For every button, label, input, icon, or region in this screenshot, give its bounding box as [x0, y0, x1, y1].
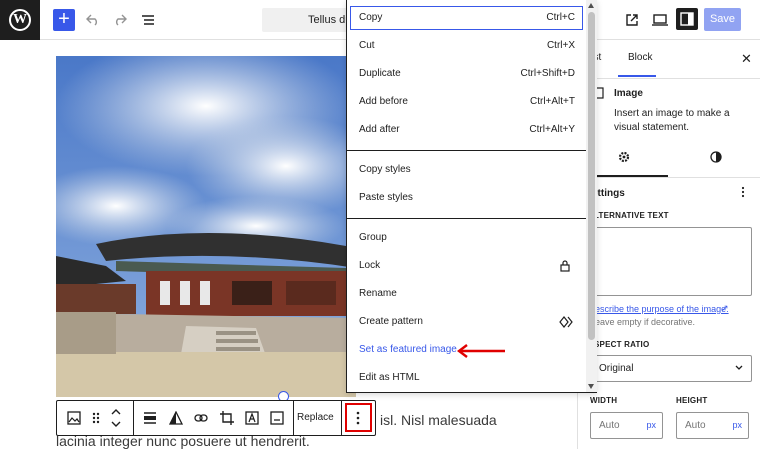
block-name: Image	[614, 88, 643, 99]
caption-icon[interactable]	[268, 409, 286, 427]
height-input[interactable]: Auto px	[676, 412, 749, 439]
text-overlay-icon[interactable]	[243, 409, 261, 427]
image-icon[interactable]	[65, 409, 83, 427]
view-post-icon[interactable]	[622, 10, 642, 30]
menu-item-copy-styles[interactable]: Copy styles	[348, 156, 585, 184]
settings-tab-icon[interactable]	[618, 151, 630, 163]
menu-item-label: Lock	[359, 260, 381, 271]
menu-item-label: Duplicate	[359, 68, 401, 79]
aspect-ratio-label: SPECT RATIO	[594, 340, 650, 349]
menu-item-paste-styles[interactable]: Paste styles	[348, 184, 585, 212]
scroll-up-icon[interactable]	[588, 3, 594, 8]
menu-item-rename[interactable]: Rename	[348, 280, 585, 308]
menu-item-add-after[interactable]: Add after Ctrl+Alt+Y	[348, 116, 585, 144]
crop-icon[interactable]	[218, 409, 236, 427]
alt-help-note: eave empty if decorative.	[595, 317, 696, 327]
menu-item-label: Create pattern	[359, 316, 423, 327]
align-icon[interactable]	[141, 409, 159, 427]
width-label: WIDTH	[590, 396, 618, 405]
styles-tab-icon[interactable]	[710, 151, 722, 163]
preview-desktop-icon[interactable]	[650, 10, 670, 30]
shortcut-text: Ctrl+X	[546, 40, 575, 51]
pattern-icon	[559, 316, 573, 328]
paragraph-text[interactable]: isl. Nisl malesuada	[380, 412, 497, 428]
external-link-icon: ↗	[721, 303, 729, 313]
menu-item-copy[interactable]: Copy Ctrl+C	[348, 4, 585, 32]
menu-item-edit-as-html[interactable]: Edit as HTML	[348, 364, 585, 392]
menu-item-group[interactable]: Group	[348, 224, 585, 252]
alt-text-label: LTERNATIVE TEXT	[594, 211, 669, 220]
width-placeholder: Auto	[599, 420, 620, 431]
menu-item-duplicate[interactable]: Duplicate Ctrl+Shift+D	[348, 60, 585, 88]
width-input[interactable]: Auto px	[590, 412, 663, 439]
annotation-arrow-icon	[455, 343, 507, 359]
block-description: Insert an image to make a visual stateme…	[614, 108, 730, 133]
shortcut-text: Ctrl+C	[546, 12, 575, 23]
shortcut-text: Ctrl+Shift+D	[520, 68, 575, 79]
menu-item-cut[interactable]: Cut Ctrl+X	[348, 32, 585, 60]
aspect-ratio-select[interactable]: Original	[592, 355, 752, 382]
menu-item-label: Paste styles	[359, 192, 413, 203]
menu-item-label: Add after	[359, 124, 400, 135]
alt-text-textarea[interactable]	[592, 227, 752, 296]
add-block-button[interactable]: +	[53, 9, 75, 31]
menu-separator	[347, 218, 586, 219]
section-options-icon[interactable]	[741, 186, 745, 198]
menu-item-label: Cut	[359, 40, 375, 51]
shortcut-text: Ctrl+Alt+T	[529, 96, 575, 107]
block-toolbar: Replace	[56, 400, 376, 436]
menu-item-add-before[interactable]: Add before Ctrl+Alt+T	[348, 88, 585, 116]
save-button[interactable]: Save	[704, 8, 741, 31]
link-icon[interactable]	[192, 409, 210, 427]
settings-sidebar-toggle-icon[interactable]	[676, 8, 698, 30]
height-unit[interactable]: px	[732, 413, 742, 438]
shortcut-text: Ctrl+Alt+Y	[529, 124, 575, 135]
height-placeholder: Auto	[685, 420, 706, 431]
redo-icon[interactable]	[110, 10, 130, 30]
menu-item-label: Edit as HTML	[359, 372, 420, 383]
menu-item-lock[interactable]: Lock	[348, 252, 585, 280]
menu-item-label: Set as featured image	[359, 344, 457, 355]
tab-block-indicator	[618, 75, 656, 77]
lock-icon	[559, 260, 571, 272]
menu-item-label: Group	[359, 232, 387, 243]
more-options-icon[interactable]	[347, 407, 369, 429]
settings-sidebar: ost Block ✕ Image Insert an image to mak…	[577, 41, 760, 449]
palace-image[interactable]	[56, 56, 356, 397]
menu-item-label: Rename	[359, 288, 397, 299]
duotone-icon[interactable]	[167, 409, 185, 427]
menu-item-label: Copy styles	[359, 164, 411, 175]
close-icon[interactable]: ✕	[741, 51, 752, 67]
replace-button[interactable]: Replace	[297, 401, 334, 435]
menu-item-label: Add before	[359, 96, 408, 107]
aspect-ratio-value: Original	[599, 363, 634, 374]
chevron-down-icon	[735, 365, 743, 371]
drag-handle-icon[interactable]	[87, 409, 105, 427]
height-label: HEIGHT	[676, 396, 708, 405]
width-unit[interactable]: px	[646, 413, 656, 438]
document-overview-icon[interactable]	[138, 10, 158, 30]
wordpress-logo-icon[interactable]: W	[0, 0, 40, 40]
alt-help-link[interactable]: escribe the purpose of the image.	[595, 304, 729, 314]
undo-icon[interactable]	[83, 10, 103, 30]
menu-item-create-pattern[interactable]: Create pattern	[348, 308, 585, 336]
menu-item-label: Copy	[359, 12, 383, 23]
menu-separator	[347, 150, 586, 151]
block-options-menu: Copy Ctrl+C Cut Ctrl+X Duplicate Ctrl+Sh…	[346, 0, 597, 393]
menu-scrollbar[interactable]	[586, 0, 597, 392]
move-up-down-icon[interactable]	[107, 409, 125, 427]
scroll-down-icon[interactable]	[588, 384, 594, 389]
tab-block[interactable]: Block	[628, 52, 652, 63]
menu-scrollbar-thumb[interactable]	[588, 12, 595, 340]
